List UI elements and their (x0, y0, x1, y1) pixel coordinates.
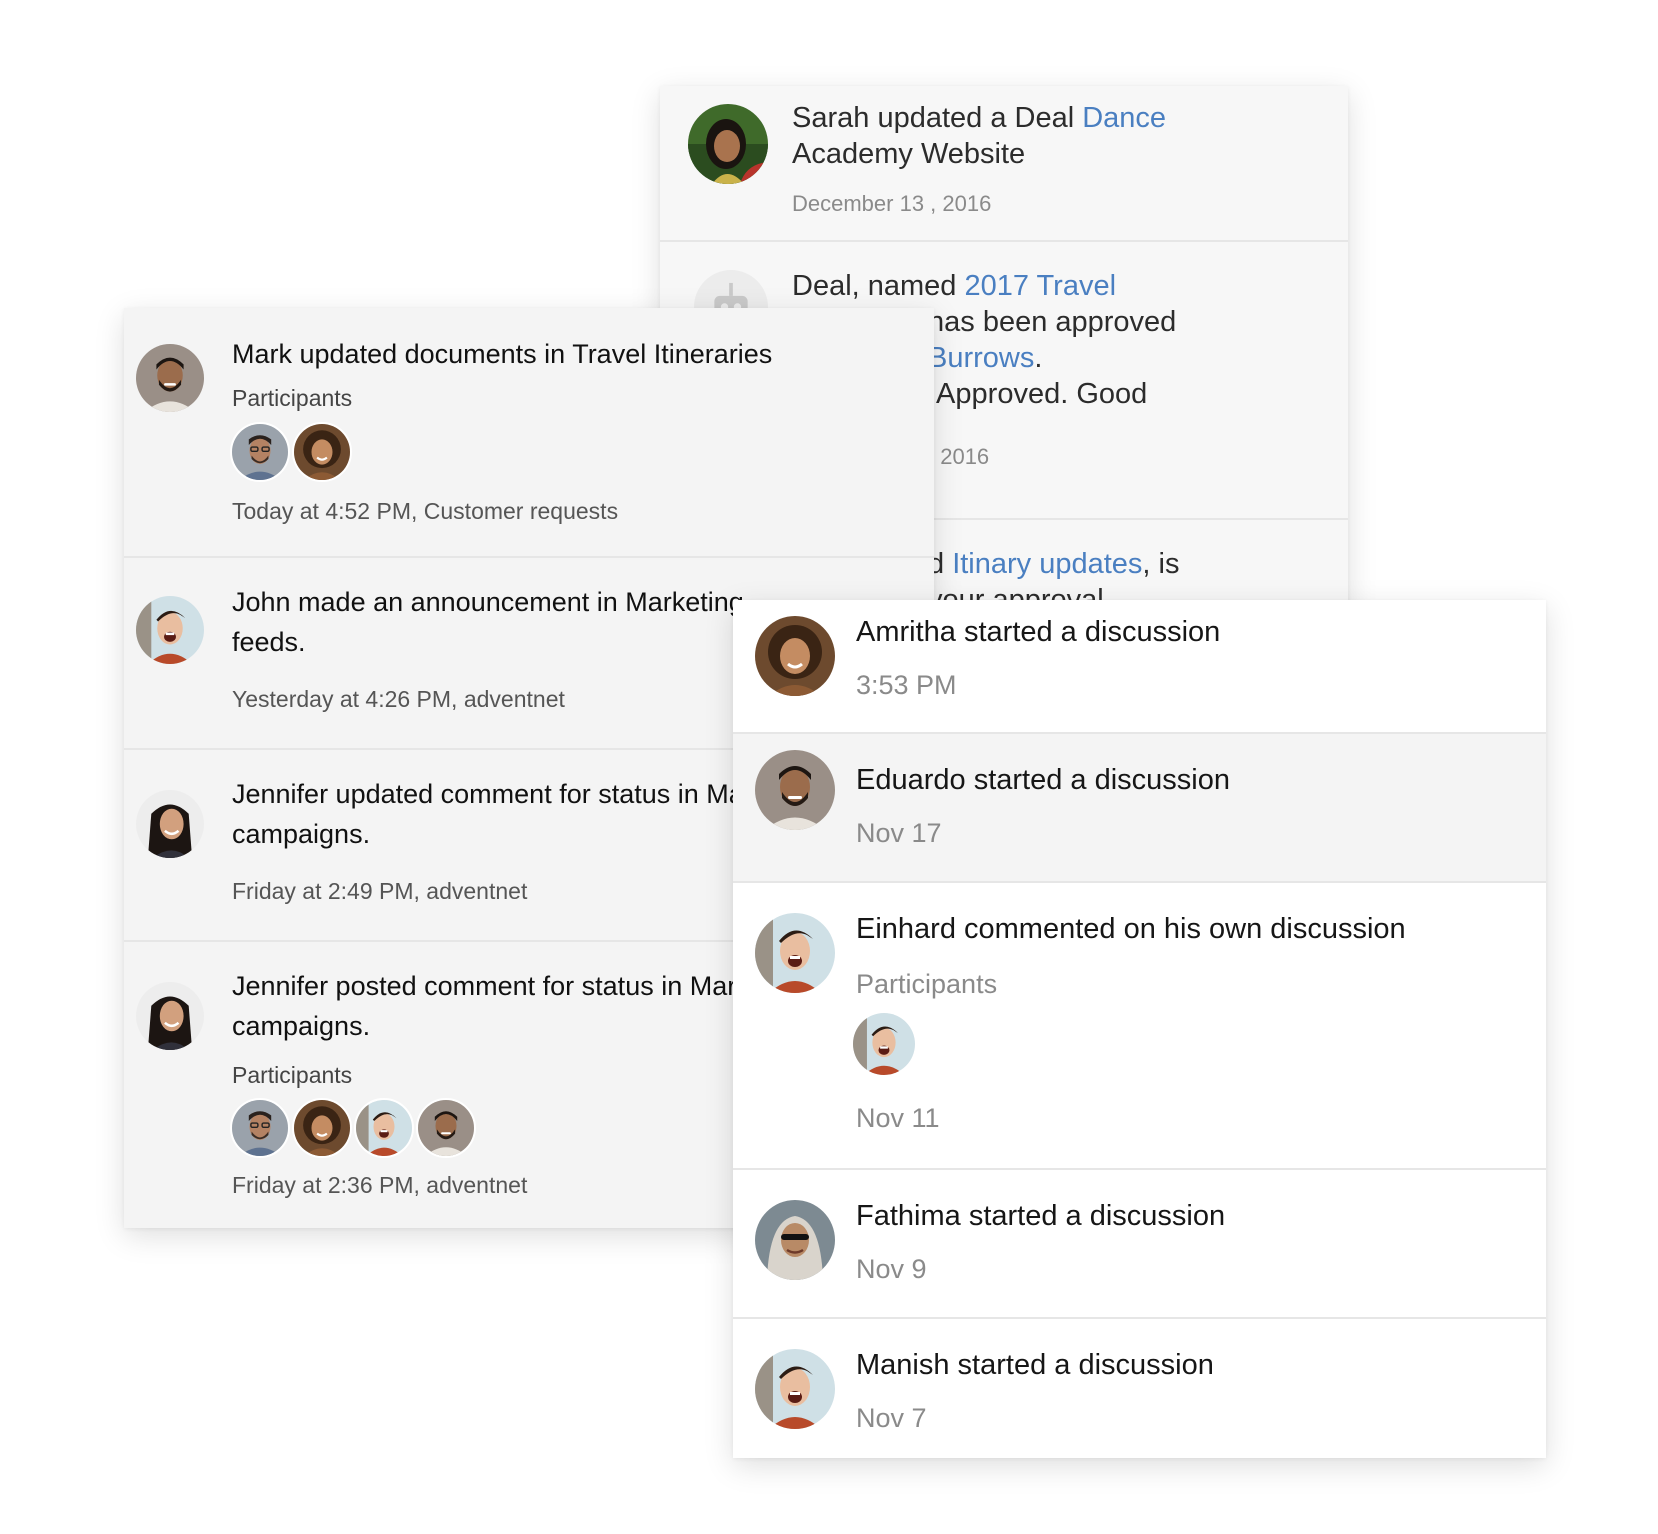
activity-item[interactable]: Mark updated documents in Travel Itinera… (124, 308, 934, 558)
participants-label: Participants (856, 969, 998, 999)
activity-text: campaigns. (232, 1011, 371, 1041)
activity-text: John made an announcement in Marketing (232, 587, 744, 617)
discussion-title: Amritha started a discussion (856, 616, 1221, 648)
activity-text: campaigns. (232, 819, 371, 849)
manish-avatar[interactable] (755, 1349, 835, 1429)
discussion-item[interactable]: Amritha started a discussion 3:53 PM (733, 600, 1546, 734)
jennifer-avatar[interactable] (136, 982, 204, 1050)
deal-link[interactable]: Dance (1082, 102, 1166, 134)
discussions-card: Amritha started a discussion 3:53 PM Edu… (733, 600, 1546, 1458)
discussion-item[interactable]: Manish started a discussion Nov 7 (733, 1319, 1546, 1458)
activity-meta: Friday at 2:49 PM, adventnet (232, 878, 528, 904)
discussion-item[interactable]: Eduardo started a discussion Nov 17 (733, 734, 1546, 883)
participant-avatar[interactable] (354, 1098, 414, 1158)
deal-item[interactable]: Sarah updated a Deal Dance Academy Websi… (660, 86, 1348, 242)
john-avatar[interactable] (136, 596, 204, 664)
activity-meta: Friday at 2:36 PM, adventnet (232, 1172, 528, 1198)
einhard-avatar[interactable] (755, 913, 835, 993)
discussion-title: Manish started a discussion (856, 1349, 1214, 1381)
discussion-title: Fathima started a discussion (856, 1200, 1226, 1232)
discussion-date: Nov 7 (856, 1403, 927, 1433)
discussion-item[interactable]: Fathima started a discussion Nov 9 (733, 1170, 1546, 1319)
deal-link[interactable]: Burrows (928, 342, 1034, 374)
sarah-avatar[interactable] (688, 104, 768, 184)
discussion-title: Eduardo started a discussion (856, 764, 1230, 796)
participant-avatar[interactable] (292, 422, 352, 482)
discussion-title: Einhard commented on his own discussion (856, 913, 1406, 945)
deal-date: , 2016 (928, 444, 990, 469)
deal-text: has been approved (928, 306, 1177, 338)
discussion-date: Nov 17 (856, 818, 942, 848)
eduardo-avatar[interactable] (755, 750, 835, 830)
participant-avatar[interactable] (851, 1011, 917, 1077)
deal-text: :Approved. Good (928, 378, 1148, 410)
deal-text: , is (1142, 548, 1180, 580)
discussion-date: Nov 11 (856, 1103, 940, 1133)
participants-label: Participants (232, 1062, 353, 1088)
activity-meta: Today at 4:52 PM, Customer requests (232, 498, 619, 524)
deal-link[interactable]: 2017 Travel (965, 270, 1117, 302)
discussion-date: Nov 9 (856, 1254, 927, 1284)
participant-avatar[interactable] (230, 422, 290, 482)
deal-text: Sarah updated a Deal (792, 102, 1083, 134)
fathima-avatar[interactable] (755, 1200, 835, 1280)
discussion-date: 3:53 PM (856, 670, 957, 700)
jennifer-avatar[interactable] (136, 790, 204, 858)
deal-link[interactable]: Academy Website (792, 136, 1025, 172)
activity-meta: Yesterday at 4:26 PM, adventnet (232, 686, 565, 712)
activity-text: Mark updated documents in Travel Itinera… (232, 339, 773, 369)
mark-avatar[interactable] (136, 344, 204, 412)
participant-avatar[interactable] (416, 1098, 476, 1158)
amritha-avatar[interactable] (755, 616, 835, 696)
deal-link[interactable]: Itinary updates (952, 548, 1142, 580)
participants-label: Participants (232, 385, 353, 411)
discussion-item[interactable]: Einhard commented on his own discussion … (733, 883, 1546, 1170)
activity-text: feeds. (232, 627, 306, 657)
participant-avatar[interactable] (292, 1098, 352, 1158)
deal-text: . (1034, 342, 1043, 374)
deal-date: December 13 , 2016 (792, 191, 992, 216)
participant-avatar[interactable] (230, 1098, 290, 1158)
deal-text: Deal, named (792, 270, 965, 302)
activity-text: Jennifer posted comment for status in Ma… (232, 971, 809, 1001)
